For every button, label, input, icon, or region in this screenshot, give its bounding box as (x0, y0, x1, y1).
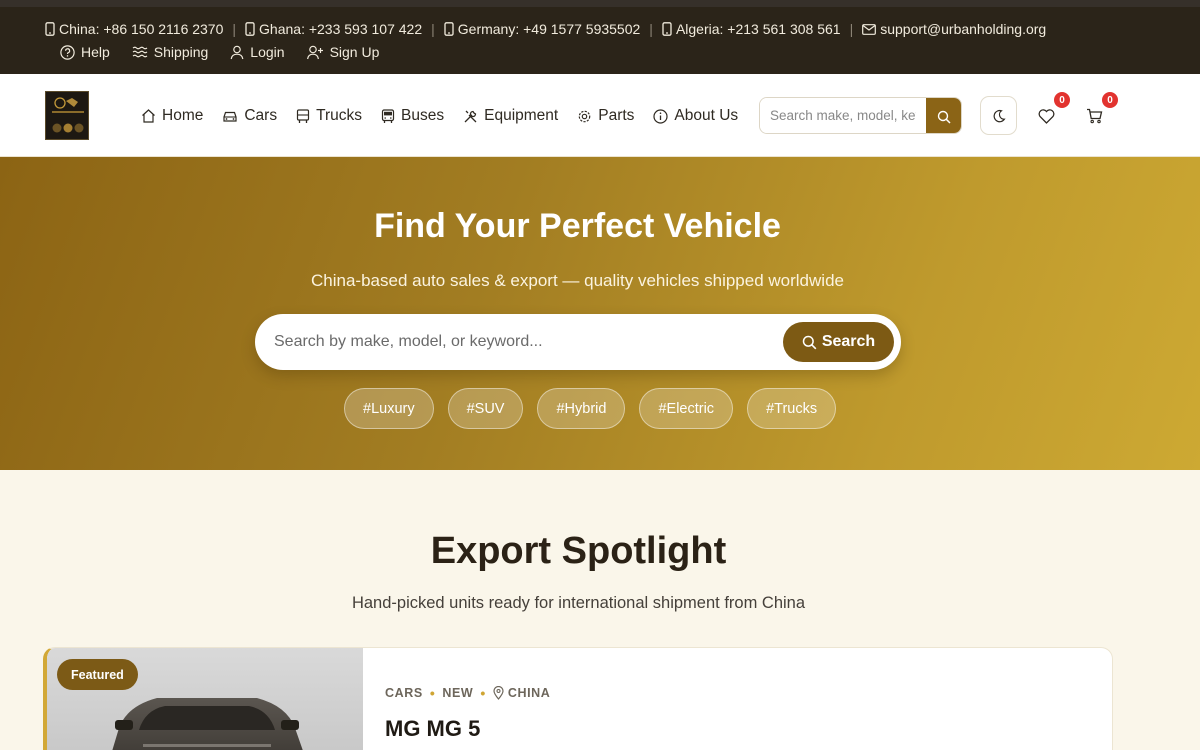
login-link[interactable]: Login (230, 44, 285, 60)
vehicle-meta: CARS • NEW • CHINA (385, 685, 550, 701)
theme-toggle-button[interactable] (980, 96, 1017, 135)
tag-luxury[interactable]: #Luxury (344, 388, 434, 429)
tag-list: #Luxury #SUV #Hybrid #Electric #Trucks (344, 388, 850, 429)
section-subtitle: Hand-picked units ready for internationa… (351, 594, 806, 612)
vehicle-location: CHINA (507, 686, 551, 700)
divider: | (431, 21, 435, 37)
nav-label: Parts (598, 107, 635, 124)
map-pin-icon (493, 686, 504, 700)
phone-icon (662, 22, 672, 36)
vehicle-title[interactable]: MG MG 5 (385, 716, 480, 742)
tag-trucks[interactable]: #Trucks (747, 388, 837, 429)
login-label: Login (250, 44, 285, 60)
shipping-link[interactable]: Shipping (132, 44, 209, 60)
search-icon (802, 335, 817, 350)
nav-label: Home (162, 107, 204, 124)
top-bar: China: +86 150 2116 2370 | Ghana: +233 5… (0, 0, 1200, 74)
nav-trucks[interactable]: Trucks (296, 107, 362, 125)
hero-section: Find Your Perfect Vehicle China-based au… (0, 157, 1200, 470)
vehicle-image[interactable]: Featured (47, 648, 363, 750)
wishlist-count-badge: 0 (1054, 92, 1070, 108)
hero-subtitle: China-based auto sales & export — qualit… (311, 271, 844, 290)
nav-parts[interactable]: Parts (577, 107, 634, 125)
main-nav: Home Cars Trucks Buses Equipment Parts A… (141, 107, 757, 125)
site-header: Home Cars Trucks Buses Equipment Parts A… (0, 74, 1200, 157)
meta-dot: • (429, 685, 436, 701)
shipping-label: Shipping (153, 44, 209, 60)
nav-about[interactable]: About Us (653, 107, 738, 125)
cart-icon (1086, 108, 1103, 124)
wishlist-button[interactable]: 0 (1032, 92, 1070, 130)
contact-label: Ghana: +233 593 107 422 (259, 21, 423, 37)
user-icon (230, 45, 244, 60)
nav-label: About Us (674, 107, 739, 124)
hero-search-input[interactable] (274, 314, 774, 370)
hero-title: Find Your Perfect Vehicle (374, 207, 781, 245)
user-plus-icon (306, 45, 324, 60)
search-icon (937, 110, 951, 124)
bus-icon (381, 108, 395, 124)
phone-icon (444, 22, 454, 36)
email-label: support@urbanholding.org (880, 21, 1047, 37)
nav-cars[interactable]: Cars (222, 107, 277, 125)
hero-search-button-label: Search (821, 333, 876, 350)
contact-china[interactable]: China: +86 150 2116 2370 (45, 21, 223, 37)
contact-label: China: +86 150 2116 2370 (59, 21, 224, 37)
moon-icon (992, 109, 1006, 123)
tag-suv[interactable]: #SUV (447, 388, 524, 429)
phone-icon (245, 22, 255, 36)
divider: | (849, 21, 854, 37)
signup-label: Sign Up (329, 44, 380, 60)
featured-badge: Featured (57, 659, 138, 690)
nav-label: Equipment (484, 107, 559, 124)
vehicle-condition: NEW (442, 686, 474, 700)
contact-germany[interactable]: Germany: +49 1577 5935502 (444, 21, 641, 37)
signup-link[interactable]: Sign Up (306, 44, 380, 60)
header-search (759, 97, 962, 134)
utility-links: Help Shipping Login Sign Up (60, 44, 401, 60)
help-label: Help (81, 44, 110, 60)
tools-icon (463, 109, 478, 124)
help-link[interactable]: Help (60, 44, 110, 60)
contact-email[interactable]: support@urbanholding.org (862, 21, 1046, 37)
gear-icon (577, 109, 592, 124)
divider: | (649, 21, 653, 37)
contact-label: Germany: +49 1577 5935502 (457, 21, 641, 37)
vehicle-card[interactable]: Featured CARS • NEW • CHINA MG MG 5 (43, 647, 1113, 750)
tag-hybrid[interactable]: #Hybrid (537, 388, 626, 429)
divider: | (232, 21, 237, 37)
nav-home[interactable]: Home (141, 107, 203, 125)
question-circle-icon (60, 44, 75, 60)
waves-icon (132, 46, 148, 59)
vehicle-category: CARS (385, 686, 423, 700)
header-search-button[interactable] (926, 98, 961, 133)
meta-dot: • (480, 685, 486, 701)
phone-icon (45, 22, 55, 36)
nav-label: Cars (244, 107, 278, 124)
envelope-icon (862, 23, 877, 35)
section-title: Export Spotlight (430, 530, 727, 572)
hero-search-button[interactable]: Search (783, 322, 894, 362)
contact-row: China: +86 150 2116 2370 | Ghana: +233 5… (45, 21, 1046, 37)
heart-icon (1038, 108, 1055, 124)
car-icon (222, 110, 238, 123)
cart-count-badge: 0 (1102, 92, 1118, 108)
contact-algeria[interactable]: Algeria: +213 561 308 561 (662, 21, 841, 37)
contact-ghana[interactable]: Ghana: +233 593 107 422 (245, 21, 422, 37)
nav-buses[interactable]: Buses (381, 107, 444, 125)
nav-label: Trucks (316, 107, 363, 124)
nav-label: Buses (401, 107, 445, 124)
nav-equipment[interactable]: Equipment (463, 107, 558, 125)
site-logo[interactable] (45, 91, 89, 140)
truck-icon (296, 108, 310, 124)
hero-search-bar: Search (255, 314, 901, 370)
cart-button[interactable]: 0 (1080, 92, 1118, 130)
tag-electric[interactable]: #Electric (639, 388, 734, 429)
contact-label: Algeria: +213 561 308 561 (675, 21, 841, 37)
home-icon (141, 109, 156, 123)
header-search-input[interactable] (760, 98, 926, 133)
info-icon (653, 108, 669, 124)
